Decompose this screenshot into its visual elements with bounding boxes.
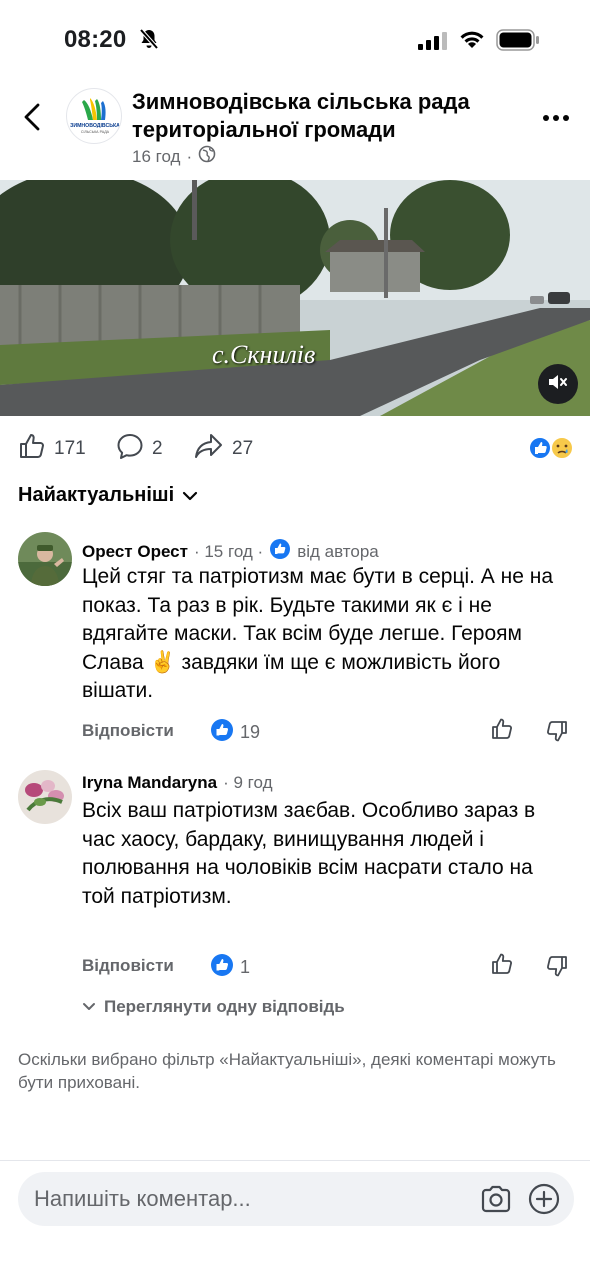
status-time: 08:20 bbox=[64, 26, 127, 53]
thumbs-down-icon bbox=[545, 721, 569, 747]
comment-dislike-button[interactable] bbox=[545, 719, 569, 748]
like-reaction-icon bbox=[528, 436, 552, 460]
author-badge-icon bbox=[269, 538, 291, 565]
comment-sort-dropdown[interactable]: Найактуальніші bbox=[18, 484, 198, 507]
share-arrow-icon bbox=[194, 432, 224, 466]
comment-count: 2 bbox=[152, 438, 163, 459]
like-count: 171 bbox=[54, 438, 86, 459]
share-button[interactable]: 27 bbox=[194, 432, 253, 466]
comment-author[interactable]: Орест Орест bbox=[82, 542, 188, 562]
filter-note: Оскільки вибрано фільтр «Найактуальніші»… bbox=[18, 1050, 556, 1092]
logo-subtext: СІЛЬСЬКА РАДА bbox=[81, 130, 110, 134]
wifi-icon bbox=[458, 28, 486, 55]
comment-time: · 9 год bbox=[223, 773, 273, 792]
sort-label: Найактуальніші bbox=[18, 484, 175, 506]
comment-likes: 19 bbox=[240, 722, 261, 742]
view-replies-link[interactable]: Переглянути одну відповідь bbox=[82, 997, 345, 1017]
comment-author[interactable]: Iryna Mandaryna bbox=[82, 773, 217, 793]
thumbs-up-icon bbox=[490, 718, 514, 745]
page-avatar[interactable]: ЗИМНОВОДІВСЬКА СІЛЬСЬКА РАДА bbox=[66, 88, 122, 144]
comment-input[interactable]: Напишіть коментар... bbox=[34, 1186, 251, 1212]
comment-composer[interactable]: Напишіть коментар... bbox=[18, 1172, 574, 1226]
logo-text: ЗИМНОВОДІВСЬКА bbox=[70, 123, 120, 129]
comment-header: Орест Орест · 15 год · від автора bbox=[82, 538, 379, 565]
thumbs-down-icon bbox=[545, 956, 569, 982]
view-replies-label: Переглянути одну відповідь bbox=[104, 997, 345, 1016]
post-time: 16 год bbox=[132, 146, 181, 166]
camera-icon[interactable] bbox=[480, 1184, 512, 1219]
mute-button[interactable] bbox=[538, 364, 578, 404]
comment-like-button[interactable] bbox=[490, 717, 514, 746]
comment-likes: 1 bbox=[240, 957, 251, 977]
comment-like-count[interactable]: 1 bbox=[210, 953, 250, 982]
composer-divider bbox=[0, 1160, 590, 1161]
battery-icon bbox=[496, 29, 540, 56]
chevron-down-icon bbox=[82, 997, 96, 1017]
thumbs-up-icon bbox=[490, 953, 514, 980]
commenter-avatar[interactable] bbox=[18, 532, 72, 586]
meta-separator: · bbox=[186, 146, 193, 166]
thumbs-up-icon bbox=[18, 432, 46, 466]
video-caption: с.Скнилів bbox=[212, 340, 316, 369]
comment-button[interactable]: 2 bbox=[116, 432, 163, 466]
comment-text: Всіх ваш патріотизм заєбав. Особливо зар… bbox=[82, 799, 536, 908]
like-reaction-icon bbox=[210, 953, 234, 982]
page-title[interactable]: Зимноводівська сільська рада територіаль… bbox=[132, 88, 492, 144]
commenter-avatar[interactable] bbox=[18, 770, 72, 824]
reply-button[interactable]: Відповісти bbox=[82, 721, 174, 741]
add-attachment-icon[interactable] bbox=[527, 1182, 561, 1221]
comment-like-count[interactable]: 19 bbox=[210, 718, 260, 747]
cellular-signal-icon bbox=[418, 32, 448, 55]
like-button[interactable]: 171 bbox=[18, 432, 86, 466]
reaction-summary[interactable] bbox=[528, 435, 576, 466]
back-button[interactable] bbox=[20, 102, 44, 137]
share-count: 27 bbox=[232, 438, 254, 459]
silent-bell-icon bbox=[138, 28, 160, 55]
comment-text: Цей стяг та патріотизм має бути в серці.… bbox=[82, 565, 554, 702]
video-frame bbox=[0, 180, 590, 416]
speaker-muted-icon bbox=[547, 372, 569, 397]
comment-like-button[interactable] bbox=[490, 952, 514, 981]
author-badge-label: від автора bbox=[297, 541, 379, 561]
chevron-down-icon bbox=[182, 484, 198, 507]
like-reaction-icon bbox=[210, 718, 234, 747]
more-options-button[interactable] bbox=[542, 110, 570, 128]
post-video[interactable]: с.Скнилів bbox=[0, 180, 590, 416]
sad-reaction-icon bbox=[550, 436, 574, 460]
reply-button[interactable]: Відповісти bbox=[82, 956, 174, 976]
comment-header: Iryna Mandaryna · 9 год bbox=[82, 773, 273, 793]
post-meta: 16 год · bbox=[132, 145, 216, 168]
comment-dislike-button[interactable] bbox=[545, 954, 569, 983]
globe-icon bbox=[198, 145, 216, 168]
comment-bubble-icon bbox=[116, 432, 144, 466]
comment-time: · 15 год · bbox=[193, 541, 264, 561]
